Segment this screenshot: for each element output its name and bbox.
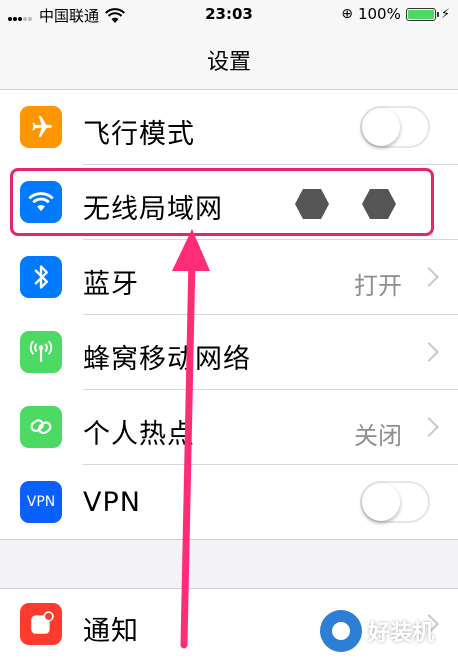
antenna-icon — [20, 331, 62, 373]
watermark: 好装机 — [320, 610, 434, 652]
page-title: 设置 — [206, 50, 251, 75]
pointer-arrow — [172, 229, 210, 649]
row-label: 飞行模式 — [83, 119, 195, 150]
hotspot-status: 关闭 — [354, 422, 402, 450]
airplane-icon — [20, 106, 62, 148]
chevron-right-icon — [419, 417, 439, 437]
bluetooth-icon — [20, 256, 62, 298]
row-label: VPN — [83, 487, 141, 518]
vpn-icon: VPN — [20, 481, 62, 523]
airplane-mode-toggle[interactable] — [360, 106, 430, 148]
charging-icon: ⚡ — [440, 6, 450, 22]
vpn-toggle[interactable] — [360, 481, 430, 523]
row-label: 通知 — [83, 616, 139, 647]
status-right: ⊕ 100% ⚡ — [341, 5, 450, 23]
notification-icon — [20, 603, 62, 645]
watermark-text: 好装机 — [368, 621, 435, 646]
chevron-right-icon — [419, 267, 439, 287]
status-bar: 中国联通 23:03 ⊕ 100% ⚡ — [0, 0, 458, 30]
chevron-right-icon — [419, 342, 439, 362]
navigation-bar: 设置 — [0, 30, 458, 90]
settings-row-airplane-mode[interactable]: 飞行模式 — [0, 90, 458, 165]
watermark-logo-icon — [320, 610, 362, 652]
orientation-lock-icon: ⊕ — [341, 6, 353, 22]
hotspot-icon — [20, 406, 62, 448]
battery-icon — [405, 7, 439, 21]
bluetooth-status: 打开 — [354, 272, 402, 300]
battery-percent: 100% — [357, 5, 401, 23]
row-label: 蓝牙 — [83, 269, 139, 300]
